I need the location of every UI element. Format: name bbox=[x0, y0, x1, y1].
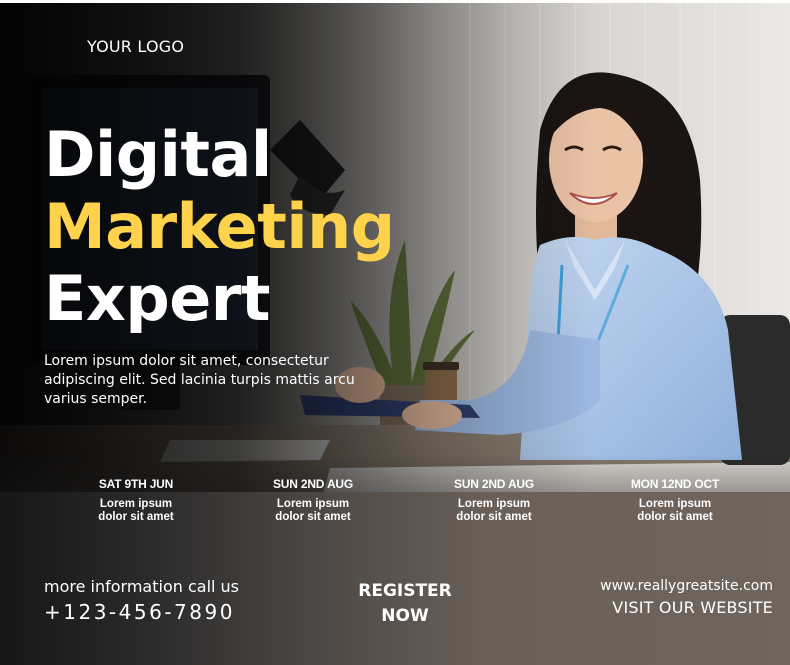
register-line-1: REGISTER bbox=[358, 581, 452, 601]
event-text: Lorem ipsum dolor sit amet bbox=[275, 498, 351, 523]
phone-number[interactable]: +123-456-7890 bbox=[44, 600, 235, 624]
website-link[interactable]: www.reallygreatsite.com bbox=[600, 578, 773, 594]
visit-website-link[interactable]: VISIT OUR WEBSITE bbox=[612, 598, 773, 617]
headline-line-1: Digital bbox=[44, 118, 272, 191]
event-date: SAT 9TH JUN bbox=[98, 477, 174, 491]
event-text: Lorem ipsum dolor sit amet bbox=[637, 498, 713, 523]
event-date: MON 12ND OCT bbox=[630, 477, 720, 491]
register-line-2: NOW bbox=[381, 606, 429, 626]
register-now-button[interactable]: REGISTER NOW bbox=[340, 579, 470, 629]
event-date: SUN 2ND AUG bbox=[272, 477, 354, 491]
contact-label: more information call us bbox=[44, 577, 240, 596]
event-date: SUN 2ND AUG bbox=[453, 477, 535, 491]
logo: YOUR LOGO bbox=[87, 37, 185, 56]
event-item: SUN 2ND AUG Lorem ipsum dolor sit amet bbox=[228, 477, 398, 524]
description: Lorem ipsum dolor sit amet, consectetur … bbox=[44, 353, 355, 407]
flyer: YOUR LOGO Digital Marketing Expert Lorem… bbox=[0, 0, 790, 665]
event-text: Lorem ipsum dolor sit amet bbox=[456, 498, 532, 523]
headline-line-2: Marketing bbox=[44, 190, 395, 263]
headline-line-3: Expert bbox=[44, 262, 271, 335]
event-text: Lorem ipsum dolor sit amet bbox=[98, 498, 174, 523]
event-item: MON 12ND OCT Lorem ipsum dolor sit amet bbox=[590, 477, 760, 524]
event-item: SUN 2ND AUG Lorem ipsum dolor sit amet bbox=[409, 477, 579, 524]
event-item: SAT 9TH JUN Lorem ipsum dolor sit amet bbox=[51, 477, 221, 524]
